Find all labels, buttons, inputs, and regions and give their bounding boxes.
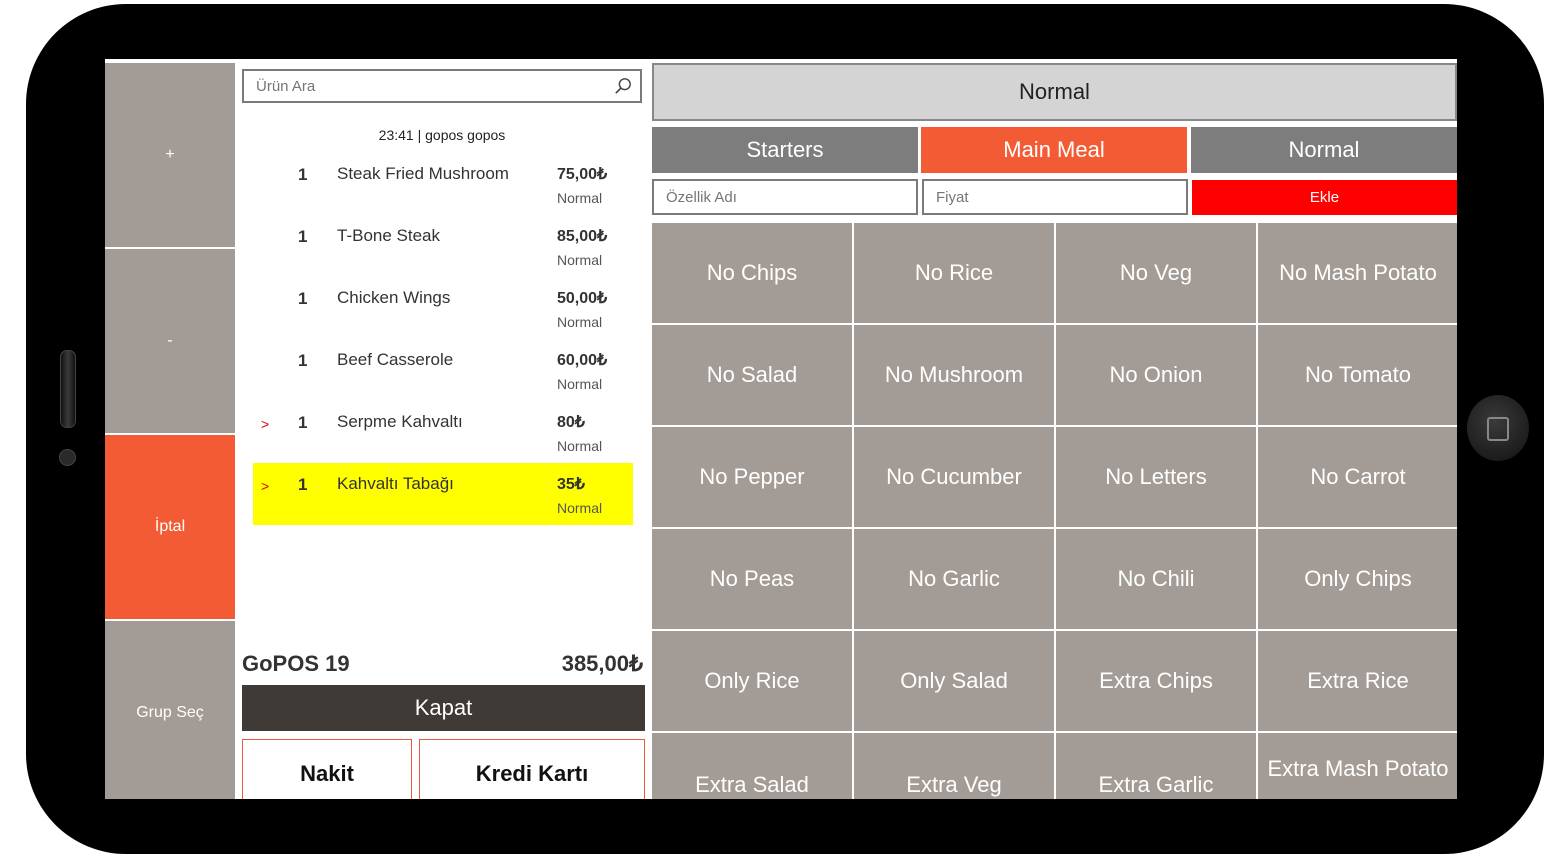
item-name: Chicken Wings [337,288,451,307]
minus-button[interactable]: - [105,249,235,433]
item-note: Normal [557,190,603,206]
order-total: 385,00₺ [561,651,643,676]
feature-name-input[interactable] [654,181,918,213]
item-note: Normal [557,376,603,392]
option-no-cucumber[interactable]: No Cucumber [854,427,1054,527]
option-only-rice[interactable]: Only Rice [652,631,852,731]
home-square-icon [1487,417,1509,441]
item-name: Serpme Kahvaltı [337,412,463,431]
item-price: 85,00₺ [557,228,608,245]
option-extra-veg[interactable]: Extra Veg [854,733,1054,799]
item-qty: 1 [298,165,308,184]
option-no-chips[interactable]: No Chips [652,223,852,323]
tab-main-meal[interactable]: Main Meal [921,127,1187,173]
option-no-mushroom[interactable]: No Mushroom [854,325,1054,425]
item-name: Kahvaltı Tabağı [337,474,454,493]
option-no-peas[interactable]: No Peas [652,529,852,629]
add-button[interactable]: Ekle [1192,180,1457,215]
price-field [922,179,1188,215]
option-no-letters[interactable]: No Letters [1056,427,1256,527]
item-price: 80₺ [557,414,585,431]
option-no-garlic[interactable]: No Garlic [854,529,1054,629]
option-grid: No Chips No Rice No Veg No Mash Potato N… [652,223,1457,799]
order-item[interactable]: 1 T-Bone Steak 85,00₺ Normal [253,215,633,277]
cash-button[interactable]: Nakit [242,739,412,799]
option-no-veg[interactable]: No Veg [1056,223,1256,323]
plus-button[interactable]: + [105,63,235,247]
option-no-rice[interactable]: No Rice [854,223,1054,323]
search-icon[interactable] [614,77,632,95]
item-qty: 1 [298,413,308,432]
item-note: Normal [557,252,603,268]
close-order-button[interactable]: Kapat [242,685,645,731]
order-item[interactable]: 1 Chicken Wings 50,00₺ Normal [253,277,633,339]
option-extra-rice[interactable]: Extra Rice [1258,631,1457,731]
credit-card-button[interactable]: Kredi Kartı [419,739,645,799]
item-price: 60,00₺ [557,352,608,369]
item-qty: 1 [298,475,308,494]
table-label: GoPOS 19 [242,651,350,676]
item-price: 75,00₺ [557,166,608,183]
item-qty: 1 [298,227,308,246]
option-no-tomato[interactable]: No Tomato [1258,325,1457,425]
portion-option-button[interactable]: Normal [652,63,1457,121]
order-header: 23:41 | gopos gopos [378,127,506,143]
item-qty: 1 [298,289,308,308]
order-item-selected[interactable]: > 1 Kahvaltı Tabağı 35₺ Normal [253,463,633,525]
order-item[interactable]: 1 Steak Fried Mushroom 75,00₺ Normal [253,153,633,215]
option-no-onion[interactable]: No Onion [1056,325,1256,425]
group-select-button[interactable]: Grup Seç [105,621,235,799]
item-marker: > [261,478,270,494]
item-marker: > [261,416,270,432]
item-note: Normal [557,500,603,516]
order-item[interactable]: 1 Beef Casserole 60,00₺ Normal [253,339,633,401]
feature-name-field [652,179,918,215]
order-item[interactable]: > 1 Serpme Kahvaltı 80₺ Normal [253,401,633,463]
option-no-pepper[interactable]: No Pepper [652,427,852,527]
option-no-salad[interactable]: No Salad [652,325,852,425]
item-name: Beef Casserole [337,350,454,369]
price-input[interactable] [924,181,1188,213]
left-action-column: + - İptal Grup Seç [105,59,235,799]
option-extra-salad[interactable]: Extra Salad [652,733,852,799]
option-only-salad[interactable]: Only Salad [854,631,1054,731]
cancel-button[interactable]: İptal [105,435,235,619]
item-price: 35₺ [557,476,585,493]
home-button[interactable] [1467,395,1529,461]
tab-starters[interactable]: Starters [652,127,918,173]
tablet-side-button [60,350,76,428]
camera-icon [59,449,76,466]
item-qty: 1 [298,351,308,370]
item-note: Normal [557,314,603,330]
tab-normal[interactable]: Normal [1191,127,1457,173]
product-search [242,69,642,103]
item-name: T-Bone Steak [337,226,441,245]
pos-screen: + - İptal Grup Seç 23:41 | gopos gopos 1… [105,59,1457,799]
option-only-chips[interactable]: Only Chips [1258,529,1457,629]
option-no-carrot[interactable]: No Carrot [1258,427,1457,527]
item-price: 50,00₺ [557,290,608,307]
option-extra-mash-potato[interactable]: Extra Mash Potato [1258,733,1457,799]
option-extra-chips[interactable]: Extra Chips [1056,631,1256,731]
item-name: Steak Fried Mushroom [337,164,509,183]
option-no-chili[interactable]: No Chili [1056,529,1256,629]
item-note: Normal [557,438,603,454]
search-input[interactable] [244,71,618,101]
option-extra-garlic[interactable]: Extra Garlic [1056,733,1256,799]
option-no-mash-potato[interactable]: No Mash Potato [1258,223,1457,323]
